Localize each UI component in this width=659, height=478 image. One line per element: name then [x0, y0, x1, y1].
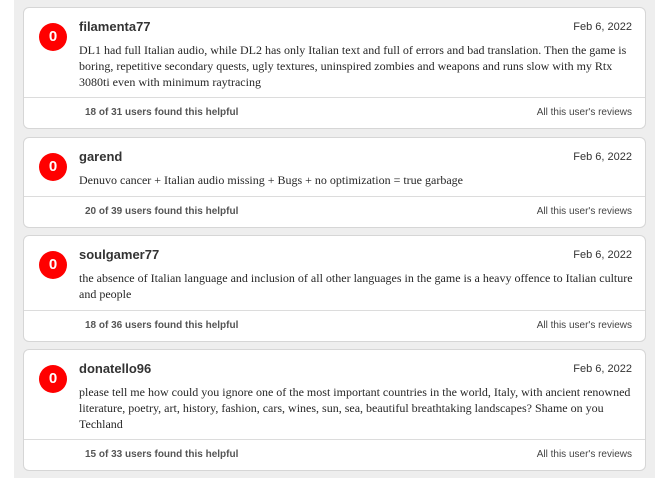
- all-user-reviews-link[interactable]: All this user's reviews: [537, 107, 632, 118]
- review-footer: 15 of 33 users found this helpful All th…: [24, 439, 645, 470]
- review-date: Feb 6, 2022: [573, 21, 632, 33]
- review-card: 0 filamenta77 Feb 6, 2022 DL1 had full I…: [23, 7, 646, 129]
- score-badge: 0: [39, 153, 67, 181]
- review-date: Feb 6, 2022: [573, 249, 632, 261]
- review-text: DL1 had full Italian audio, while DL2 ha…: [79, 43, 627, 89]
- review-username[interactable]: soulgamer77: [79, 247, 159, 262]
- helpful-count: 15 of 33 users found this helpful: [85, 449, 239, 460]
- review-username[interactable]: garend: [79, 149, 122, 164]
- review-card: 0 garend Feb 6, 2022 Denuvo cancer + Ita…: [23, 137, 646, 228]
- review-username[interactable]: filamenta77: [79, 19, 151, 34]
- review-text: the absence of Italian language and incl…: [79, 271, 633, 301]
- helpful-count: 18 of 31 users found this helpful: [85, 107, 239, 118]
- review-text: Denuvo cancer + Italian audio missing + …: [79, 173, 463, 187]
- all-user-reviews-link[interactable]: All this user's reviews: [537, 206, 632, 217]
- score-badge: 0: [39, 23, 67, 51]
- score-badge: 0: [39, 365, 67, 393]
- review-footer: 18 of 36 users found this helpful All th…: [24, 310, 645, 341]
- review-text: please tell me how could you ignore one …: [79, 385, 631, 431]
- review-card: 0 soulgamer77 Feb 6, 2022 the absence of…: [23, 235, 646, 342]
- all-user-reviews-link[interactable]: All this user's reviews: [537, 449, 632, 460]
- all-user-reviews-link[interactable]: All this user's reviews: [537, 320, 632, 331]
- review-date: Feb 6, 2022: [573, 151, 632, 163]
- review-username[interactable]: donatello96: [79, 361, 151, 376]
- score-badge: 0: [39, 251, 67, 279]
- helpful-count: 20 of 39 users found this helpful: [85, 206, 239, 217]
- review-card: 0 donatello96 Feb 6, 2022 please tell me…: [23, 349, 646, 471]
- review-footer: 18 of 31 users found this helpful All th…: [24, 97, 645, 128]
- helpful-count: 18 of 36 users found this helpful: [85, 320, 239, 331]
- review-date: Feb 6, 2022: [573, 363, 632, 375]
- review-footer: 20 of 39 users found this helpful All th…: [24, 196, 645, 227]
